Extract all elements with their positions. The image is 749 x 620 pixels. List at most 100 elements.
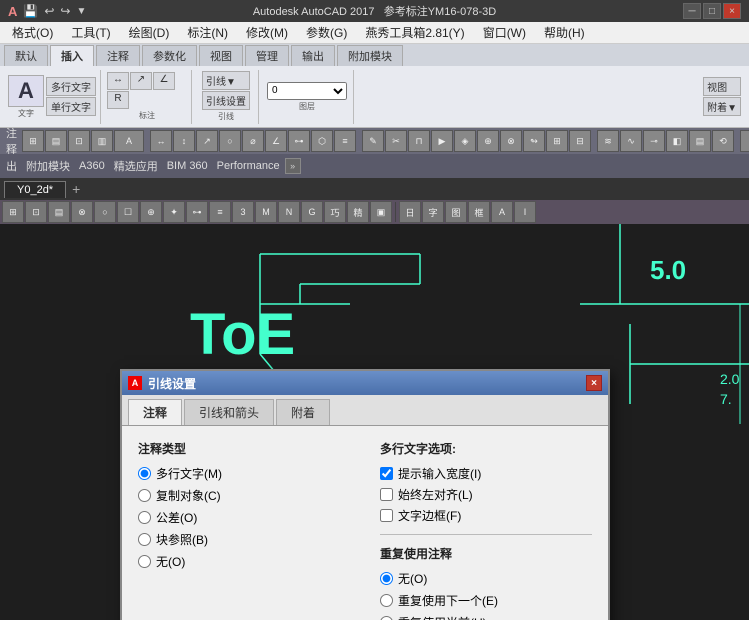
quick-dropdown[interactable]: ▼: [76, 6, 86, 17]
tool-19[interactable]: ◈: [454, 130, 476, 152]
dt-4[interactable]: ⊗: [71, 201, 93, 223]
tool-20[interactable]: ⊕: [477, 130, 499, 152]
radio-reuse-none[interactable]: 无(O): [380, 570, 592, 587]
dt-19[interactable]: 字: [422, 201, 444, 223]
radio-reuse-next-input[interactable]: [380, 594, 393, 607]
singletext-button[interactable]: 单行文字: [46, 97, 96, 116]
layer-dropdown[interactable]: 0: [267, 82, 347, 100]
dt-13[interactable]: N: [278, 201, 300, 223]
menu-tools[interactable]: 工具(T): [63, 22, 118, 43]
cb-prompt-width-input[interactable]: [380, 467, 393, 480]
dt-14[interactable]: G: [301, 201, 323, 223]
quick-save[interactable]: 💾: [23, 4, 38, 18]
menu-window[interactable]: 窗口(W): [475, 22, 534, 43]
tool-2[interactable]: ▤: [45, 130, 67, 152]
dt-5[interactable]: ○: [94, 201, 116, 223]
dt-20[interactable]: 图: [445, 201, 467, 223]
close-button[interactable]: ×: [723, 3, 741, 19]
tb2-featured[interactable]: 精选应用: [110, 158, 162, 174]
text-style-button[interactable]: A: [8, 75, 44, 107]
ribbon-tab-annotate[interactable]: 注释: [96, 45, 140, 66]
dt-22[interactable]: A: [491, 201, 513, 223]
tool-12[interactable]: ⊶: [288, 130, 310, 152]
menu-annotate[interactable]: 标注(N): [179, 22, 236, 43]
maximize-button[interactable]: □: [703, 3, 721, 19]
tool-17[interactable]: ⊓: [408, 130, 430, 152]
menu-param[interactable]: 参数(G): [298, 22, 355, 43]
ribbon-tab-insert[interactable]: 插入: [50, 45, 94, 66]
tool-24[interactable]: ⊟: [569, 130, 591, 152]
cb-prompt-width[interactable]: 提示输入宽度(I): [380, 465, 592, 482]
dt-9[interactable]: ⊶: [186, 201, 208, 223]
tb2-perf[interactable]: Performance: [213, 160, 284, 172]
radio-mtext[interactable]: 多行文字(M): [138, 465, 350, 482]
tb2-addon[interactable]: 附加模块: [22, 158, 74, 174]
dt-16[interactable]: 精: [347, 201, 369, 223]
tool-3[interactable]: ⊡: [68, 130, 90, 152]
ribbon-tab-view[interactable]: 视图: [199, 45, 243, 66]
radio-mtext-input[interactable]: [138, 467, 151, 480]
dim-radius[interactable]: R: [107, 91, 129, 109]
tool-7[interactable]: ↕: [173, 130, 195, 152]
tool-31[interactable]: 1: [740, 130, 749, 152]
dt-12[interactable]: M: [255, 201, 277, 223]
radio-none[interactable]: 无(O): [138, 553, 350, 570]
dt-7[interactable]: ⊕: [140, 201, 162, 223]
radio-copy[interactable]: 复制对象(C): [138, 487, 350, 504]
tb2-out[interactable]: 出: [2, 158, 21, 174]
dim-linear[interactable]: ↔: [107, 72, 129, 90]
qleader-button[interactable]: 引线▼: [202, 71, 250, 90]
new-tab-button[interactable]: +: [68, 181, 84, 197]
ribbon-tab-output[interactable]: 输出: [291, 45, 335, 66]
ribbon-tab-home[interactable]: 默认: [4, 45, 48, 66]
tool-26[interactable]: ∿: [620, 130, 642, 152]
dialog-tab-leader[interactable]: 引线和箭头: [184, 399, 274, 425]
dt-3[interactable]: ▤: [48, 201, 70, 223]
tool-11[interactable]: ∠: [265, 130, 287, 152]
dt-15[interactable]: 巧: [324, 201, 346, 223]
radio-reuse-none-input[interactable]: [380, 572, 393, 585]
tool-8[interactable]: ↗: [196, 130, 218, 152]
mtext-button[interactable]: 多行文字: [46, 77, 96, 96]
dim-aligned[interactable]: ↗: [130, 72, 152, 90]
tool-10[interactable]: ⌀: [242, 130, 264, 152]
tool-5[interactable]: A: [114, 130, 144, 152]
radio-reuse-current[interactable]: 重复使用当前(U): [380, 614, 592, 620]
tool-28[interactable]: ◧: [666, 130, 688, 152]
tool-22[interactable]: ↬: [523, 130, 545, 152]
tool-16[interactable]: ✂: [385, 130, 407, 152]
dim-angular[interactable]: ∠: [153, 72, 175, 90]
canvas-area[interactable]: ToE 5.0 2.0 7. A 引线设置 × 注释 引线和箭头 附着: [0, 224, 749, 620]
radio-tolerance-input[interactable]: [138, 511, 151, 524]
tool-1[interactable]: ⊞: [22, 130, 44, 152]
radio-block-input[interactable]: [138, 533, 151, 546]
dt-10[interactable]: ≡: [209, 201, 231, 223]
ribbon-tab-param[interactable]: 参数化: [142, 45, 197, 66]
tool-25[interactable]: ≋: [597, 130, 619, 152]
dialog-close-button[interactable]: ×: [586, 375, 602, 391]
minimize-button[interactable]: ─: [683, 3, 701, 19]
insert-attach[interactable]: 附着▼: [703, 97, 741, 116]
tool-30[interactable]: ⟲: [712, 130, 734, 152]
tool-13[interactable]: ⬡: [311, 130, 333, 152]
dt-18[interactable]: 日: [399, 201, 421, 223]
tool-29[interactable]: ▤: [689, 130, 711, 152]
radio-reuse-current-input[interactable]: [380, 616, 393, 620]
tool-18[interactable]: ▶: [431, 130, 453, 152]
dt-8[interactable]: ✦: [163, 201, 185, 223]
dt-6[interactable]: ☐: [117, 201, 139, 223]
dt-17[interactable]: ▣: [370, 201, 392, 223]
tool-21[interactable]: ⊗: [500, 130, 522, 152]
radio-reuse-next[interactable]: 重复使用下一个(E): [380, 592, 592, 609]
menu-modify[interactable]: 修改(M): [238, 22, 296, 43]
cb-text-border[interactable]: 文字边框(F): [380, 507, 592, 524]
leader-settings[interactable]: 引线设置: [202, 91, 250, 110]
tb2-bim[interactable]: BIM 360: [163, 160, 212, 172]
tool-6[interactable]: ↔: [150, 130, 172, 152]
tool-4[interactable]: ▥: [91, 130, 113, 152]
tool-23[interactable]: ⊞: [546, 130, 568, 152]
dt-21[interactable]: 框: [468, 201, 490, 223]
cb-text-border-input[interactable]: [380, 509, 393, 522]
file-tab-y0[interactable]: Y0_2d*: [4, 181, 66, 198]
dt-2[interactable]: ⊡: [25, 201, 47, 223]
